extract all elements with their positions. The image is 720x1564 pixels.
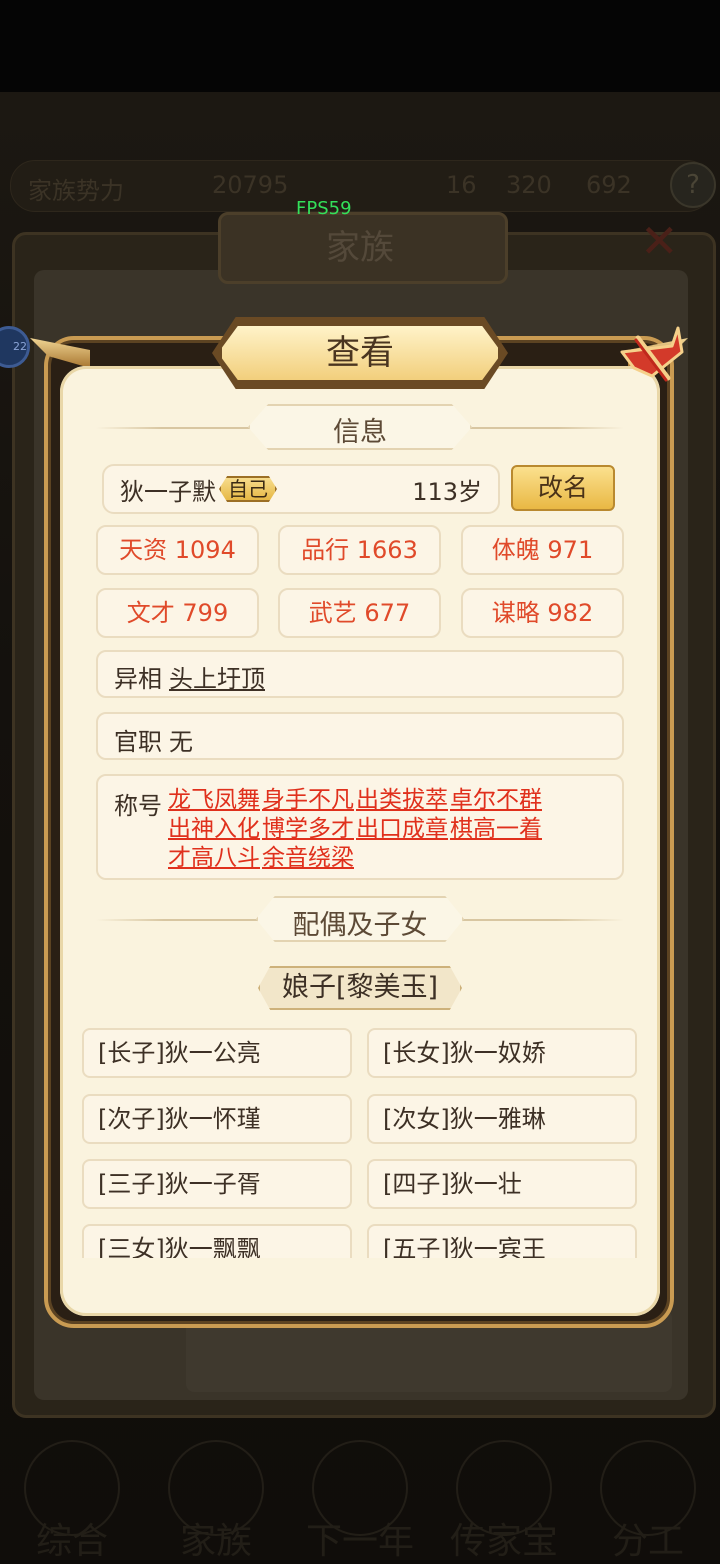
help-icon: ? [670, 162, 716, 208]
self-badge: 自己 [219, 476, 277, 502]
nav-label: 家族 [179, 1521, 252, 1562]
nav-item-family: 家族 [144, 1440, 288, 1562]
stat-power-a: 320 [506, 171, 552, 199]
stat-count: 16 [446, 171, 477, 199]
title-tag[interactable]: 才高八斗 [168, 845, 260, 871]
child-item[interactable]: [四子]狄一壮 [367, 1159, 637, 1209]
children-list[interactable]: [长子]狄一公亮 [长女]狄一奴娇 [次子]狄一怀瑾 [次女]狄一雅琳 [三子]… [60, 1020, 660, 1258]
close-icon [620, 326, 684, 382]
divider-left [96, 427, 260, 429]
stat-literary: 文才 799 [96, 588, 259, 638]
background-close-icon: ✕ [640, 214, 679, 268]
stat-conduct: 品行 1663 [278, 525, 441, 575]
fps-counter: FPS59 [296, 198, 352, 219]
title-tag[interactable]: 棋高一着 [450, 816, 542, 842]
title-tag[interactable]: 卓尔不群 [450, 787, 542, 813]
nav-label: 综合 [35, 1521, 108, 1562]
child-item[interactable]: [三女]狄一飘飘 [82, 1224, 352, 1258]
child-item[interactable]: [长女]狄一奴娇 [367, 1028, 637, 1078]
family-power-value: 20795 [212, 171, 289, 199]
stat-martial: 武艺 677 [278, 588, 441, 638]
nav-item-heirloom: 传家宝 [432, 1440, 576, 1562]
rename-button[interactable]: 改名 [511, 465, 615, 511]
character-name: 狄一子默 [120, 478, 216, 506]
nav-label: 传家宝 [449, 1521, 558, 1562]
title-tag[interactable]: 余音绕梁 [262, 845, 354, 871]
titles-label: 称号 [114, 792, 162, 820]
status-bar [0, 0, 720, 92]
stat-strategy: 谋略 982 [461, 588, 624, 638]
stat-talent: 天资 1094 [96, 525, 259, 575]
title-tag[interactable]: 出类拔萃 [356, 787, 448, 813]
family-power-label: 家族势力 [28, 177, 124, 205]
divider-left [96, 919, 266, 921]
nav-label: 下一年 [305, 1521, 414, 1562]
family-header: 配偶及子女 [292, 910, 428, 941]
divider-right [460, 427, 624, 429]
close-button[interactable] [612, 318, 690, 396]
child-item[interactable]: [次女]狄一雅琳 [367, 1094, 637, 1144]
child-item[interactable]: [次子]狄一怀瑾 [82, 1094, 352, 1144]
trait-label: 异相 [114, 665, 162, 693]
nav-item-division: 分工 [576, 1440, 720, 1562]
character-age: 113岁 [412, 478, 482, 506]
divider-right [454, 919, 624, 921]
office-label: 官职 [114, 728, 162, 756]
stat-power-b: 692 [586, 171, 632, 199]
nav-item-overview: 综合 [0, 1440, 144, 1562]
child-item[interactable]: [三子]狄一子胥 [82, 1159, 352, 1209]
title-tag[interactable]: 龙飞凤舞 [168, 787, 260, 813]
title-tag[interactable]: 出神入化 [168, 816, 260, 842]
dialog-title: 查看 [326, 333, 394, 373]
trait-value[interactable]: 头上圩顶 [169, 659, 265, 694]
titles-list: 龙飞凤舞身手不凡出类拔萃卓尔不群 出神入化博学多才出口成章棋高一着 才高八斗余音… [168, 786, 588, 873]
nav-item-next-year: 下一年 [288, 1440, 432, 1562]
child-item[interactable]: [五子]狄一宾王 [367, 1224, 637, 1258]
spouse-name[interactable]: 娘子[黎美玉] [258, 968, 462, 1008]
title-tag[interactable]: 出口成章 [356, 816, 448, 842]
background-title: 家族 [326, 228, 394, 268]
office-value: 无 [169, 728, 193, 756]
child-item[interactable]: [长子]狄一公亮 [82, 1028, 352, 1078]
nav-label: 分工 [611, 1521, 684, 1562]
title-tag[interactable]: 博学多才 [262, 816, 354, 842]
info-header: 信息 [333, 417, 387, 448]
title-tag[interactable]: 身手不凡 [262, 787, 354, 813]
stat-physique: 体魄 971 [461, 525, 624, 575]
